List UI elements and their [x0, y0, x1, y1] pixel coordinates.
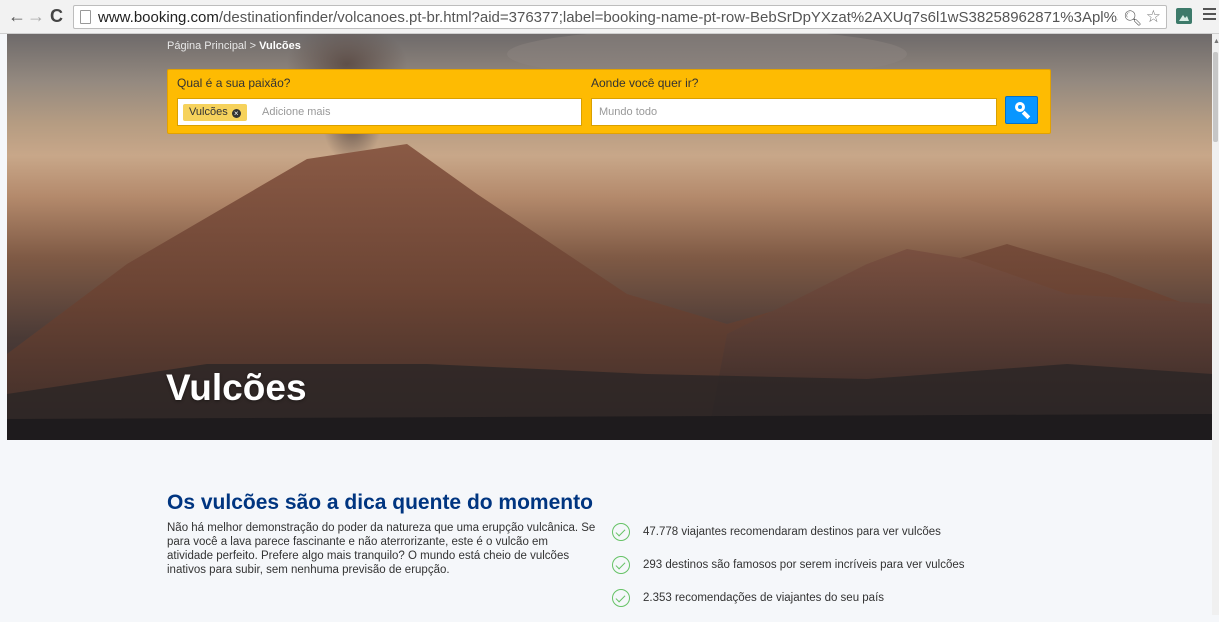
- breadcrumb: Página Principal > Vulcões: [167, 40, 301, 52]
- where-input[interactable]: Mundo todo: [591, 98, 997, 126]
- fact-text: 47.778 viajantes recomendaram destinos p…: [643, 526, 941, 538]
- menu-icon[interactable]: [1203, 8, 1216, 22]
- hero-banner: Página Principal > Vulcões Qual é a sua …: [7, 34, 1212, 440]
- hero-title: Vulcões: [166, 367, 307, 408]
- passion-tag[interactable]: Vulcões ×: [183, 104, 247, 121]
- breadcrumb-home-link[interactable]: Página Principal: [167, 40, 247, 52]
- address-bar[interactable]: www.booking.com/destinationfinder/volcan…: [73, 5, 1167, 29]
- fact-text: 293 destinos são famosos por serem incrí…: [643, 559, 965, 571]
- check-circle-icon: [612, 589, 630, 607]
- where-placeholder: Mundo todo: [599, 106, 658, 118]
- scroll-up-arrow-icon[interactable]: ▲: [1213, 38, 1219, 45]
- page-icon: [80, 10, 91, 24]
- passion-input[interactable]: Vulcões × Adicione mais: [177, 98, 582, 126]
- forward-arrow-icon[interactable]: →: [27, 7, 45, 25]
- passion-tag-label: Vulcões: [189, 106, 228, 118]
- url-text[interactable]: www.booking.com/destinationfinder/volcan…: [98, 9, 1118, 26]
- passion-label: Qual é a sua paixão?: [177, 76, 291, 90]
- extension-icon[interactable]: [1176, 8, 1192, 24]
- destination-search-box: Qual é a sua paixão? Aonde você quer ir?…: [167, 69, 1051, 134]
- scrollbar-thumb[interactable]: [1213, 52, 1218, 142]
- browser-toolbar: ← → C www.booking.com/destinationfinder/…: [0, 0, 1219, 34]
- breadcrumb-separator: >: [249, 40, 256, 52]
- bookmark-star-icon[interactable]: ☆: [1146, 7, 1161, 27]
- section-description: Não há melhor demonstração do poder da n…: [167, 522, 596, 576]
- remove-tag-icon[interactable]: ×: [231, 109, 241, 118]
- check-circle-icon: [612, 556, 630, 574]
- add-more-placeholder: Adicione mais: [262, 106, 331, 118]
- section-title: Os vulcões são a dica quente do momento: [167, 491, 593, 514]
- back-arrow-icon[interactable]: ←: [8, 7, 26, 25]
- search-button[interactable]: [1005, 96, 1038, 124]
- reload-icon[interactable]: C: [50, 7, 63, 25]
- where-label: Aonde você quer ir?: [591, 76, 699, 90]
- zoom-icon[interactable]: 🔍︎: [1123, 9, 1142, 27]
- fact-text: 2.353 recomendações de viajantes do seu …: [643, 592, 885, 604]
- check-circle-icon: [612, 523, 630, 541]
- breadcrumb-current: Vulcões: [259, 40, 301, 52]
